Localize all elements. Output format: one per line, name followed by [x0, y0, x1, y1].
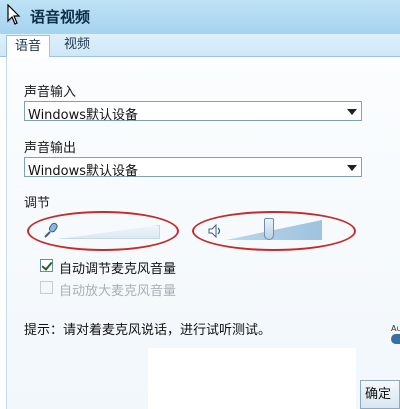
- speaker-icon: [208, 224, 221, 238]
- sound-input-select[interactable]: Windows默认设备: [24, 101, 362, 123]
- cursor-arrow-icon: [7, 4, 21, 25]
- auto-amplify-mic-label: 自动放大麦克风音量: [59, 284, 177, 299]
- hint-text: 提示：请对着麦克风说话，进行试听测试。: [24, 323, 272, 338]
- tab-strip: 语音 视频: [0, 34, 400, 58]
- chevron-down-icon: [347, 109, 357, 115]
- sound-output-value: Windows默认设备: [28, 164, 139, 179]
- ok-button[interactable]: 确定: [360, 380, 400, 409]
- auto-amplify-mic-checkbox: [40, 281, 53, 294]
- edge-text: Au: [391, 324, 400, 333]
- auto-adjust-mic-checkbox[interactable]: [40, 259, 53, 272]
- tab-video[interactable]: 视频: [56, 34, 98, 55]
- window-title: 语音视频: [30, 8, 91, 26]
- microphone-icon: [44, 222, 58, 238]
- sound-input-value: Windows默认设备: [28, 108, 139, 123]
- sound-output-label: 声音输出: [24, 141, 77, 156]
- chevron-down-icon: [347, 165, 357, 171]
- adjust-label: 调节: [24, 196, 51, 211]
- blank-area: [148, 348, 356, 409]
- title-bar: 语音视频: [0, 0, 400, 35]
- sound-input-label: 声音输入: [24, 85, 77, 100]
- tab-voice[interactable]: 语音: [6, 35, 51, 58]
- speaker-volume-thumb[interactable]: [264, 218, 274, 240]
- edge-radio[interactable]: [391, 334, 400, 344]
- auto-adjust-mic-label: 自动调节麦克风音量: [59, 262, 177, 277]
- sound-output-select[interactable]: Windows默认设备: [24, 157, 362, 179]
